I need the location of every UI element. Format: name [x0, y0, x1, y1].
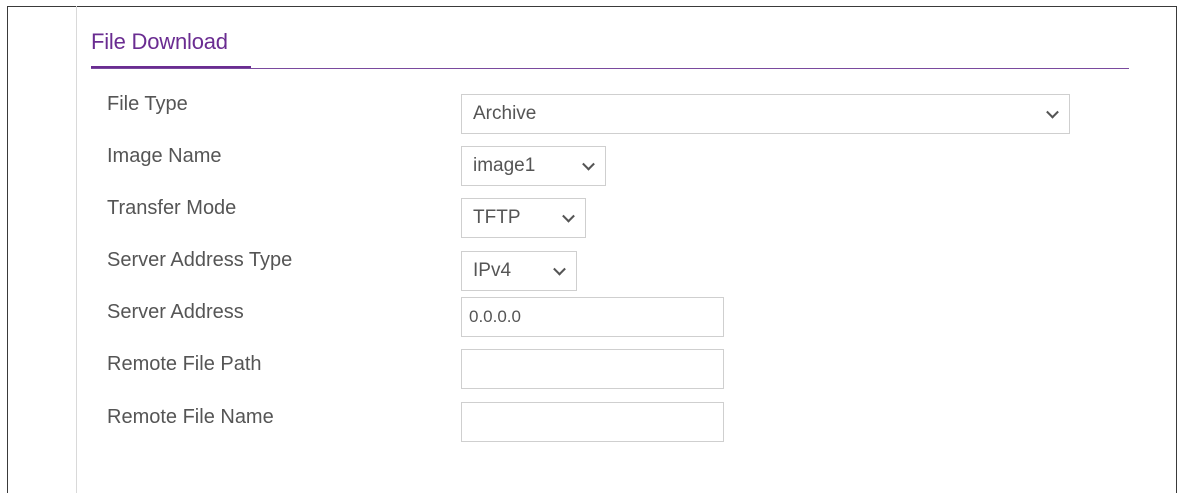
server-address-input[interactable]	[461, 297, 724, 337]
tab-bar-divider	[91, 68, 1129, 69]
remote-file-name-input[interactable]	[461, 402, 724, 442]
tab-file-download[interactable]: File Download	[91, 29, 228, 55]
chevron-down-icon	[553, 262, 566, 276]
server-address-type-value: IPv4	[473, 260, 512, 281]
chevron-down-icon	[1046, 105, 1059, 119]
transfer-mode-value: TFTP	[473, 207, 521, 228]
remote-file-path-input[interactable]	[461, 349, 724, 389]
remote-file-name-label: Remote File Name	[107, 406, 274, 428]
chevron-down-icon	[562, 209, 575, 223]
chevron-down-icon	[582, 157, 595, 171]
transfer-mode-label: Transfer Mode	[107, 197, 237, 219]
file-type-select[interactable]: Archive	[461, 94, 1070, 134]
server-address-label: Server Address	[107, 301, 244, 323]
transfer-mode-select[interactable]: TFTP	[461, 198, 586, 238]
server-address-type-label: Server Address Type	[107, 249, 293, 271]
remote-file-path-label: Remote File Path	[107, 353, 262, 375]
image-name-value: image1	[473, 155, 536, 176]
image-name-label: Image Name	[107, 145, 222, 167]
file-type-label: File Type	[107, 93, 188, 115]
file-type-value: Archive	[473, 103, 537, 124]
image-name-select[interactable]: image1	[461, 146, 606, 186]
panel-divider	[76, 6, 77, 493]
server-address-type-select[interactable]: IPv4	[461, 251, 577, 291]
